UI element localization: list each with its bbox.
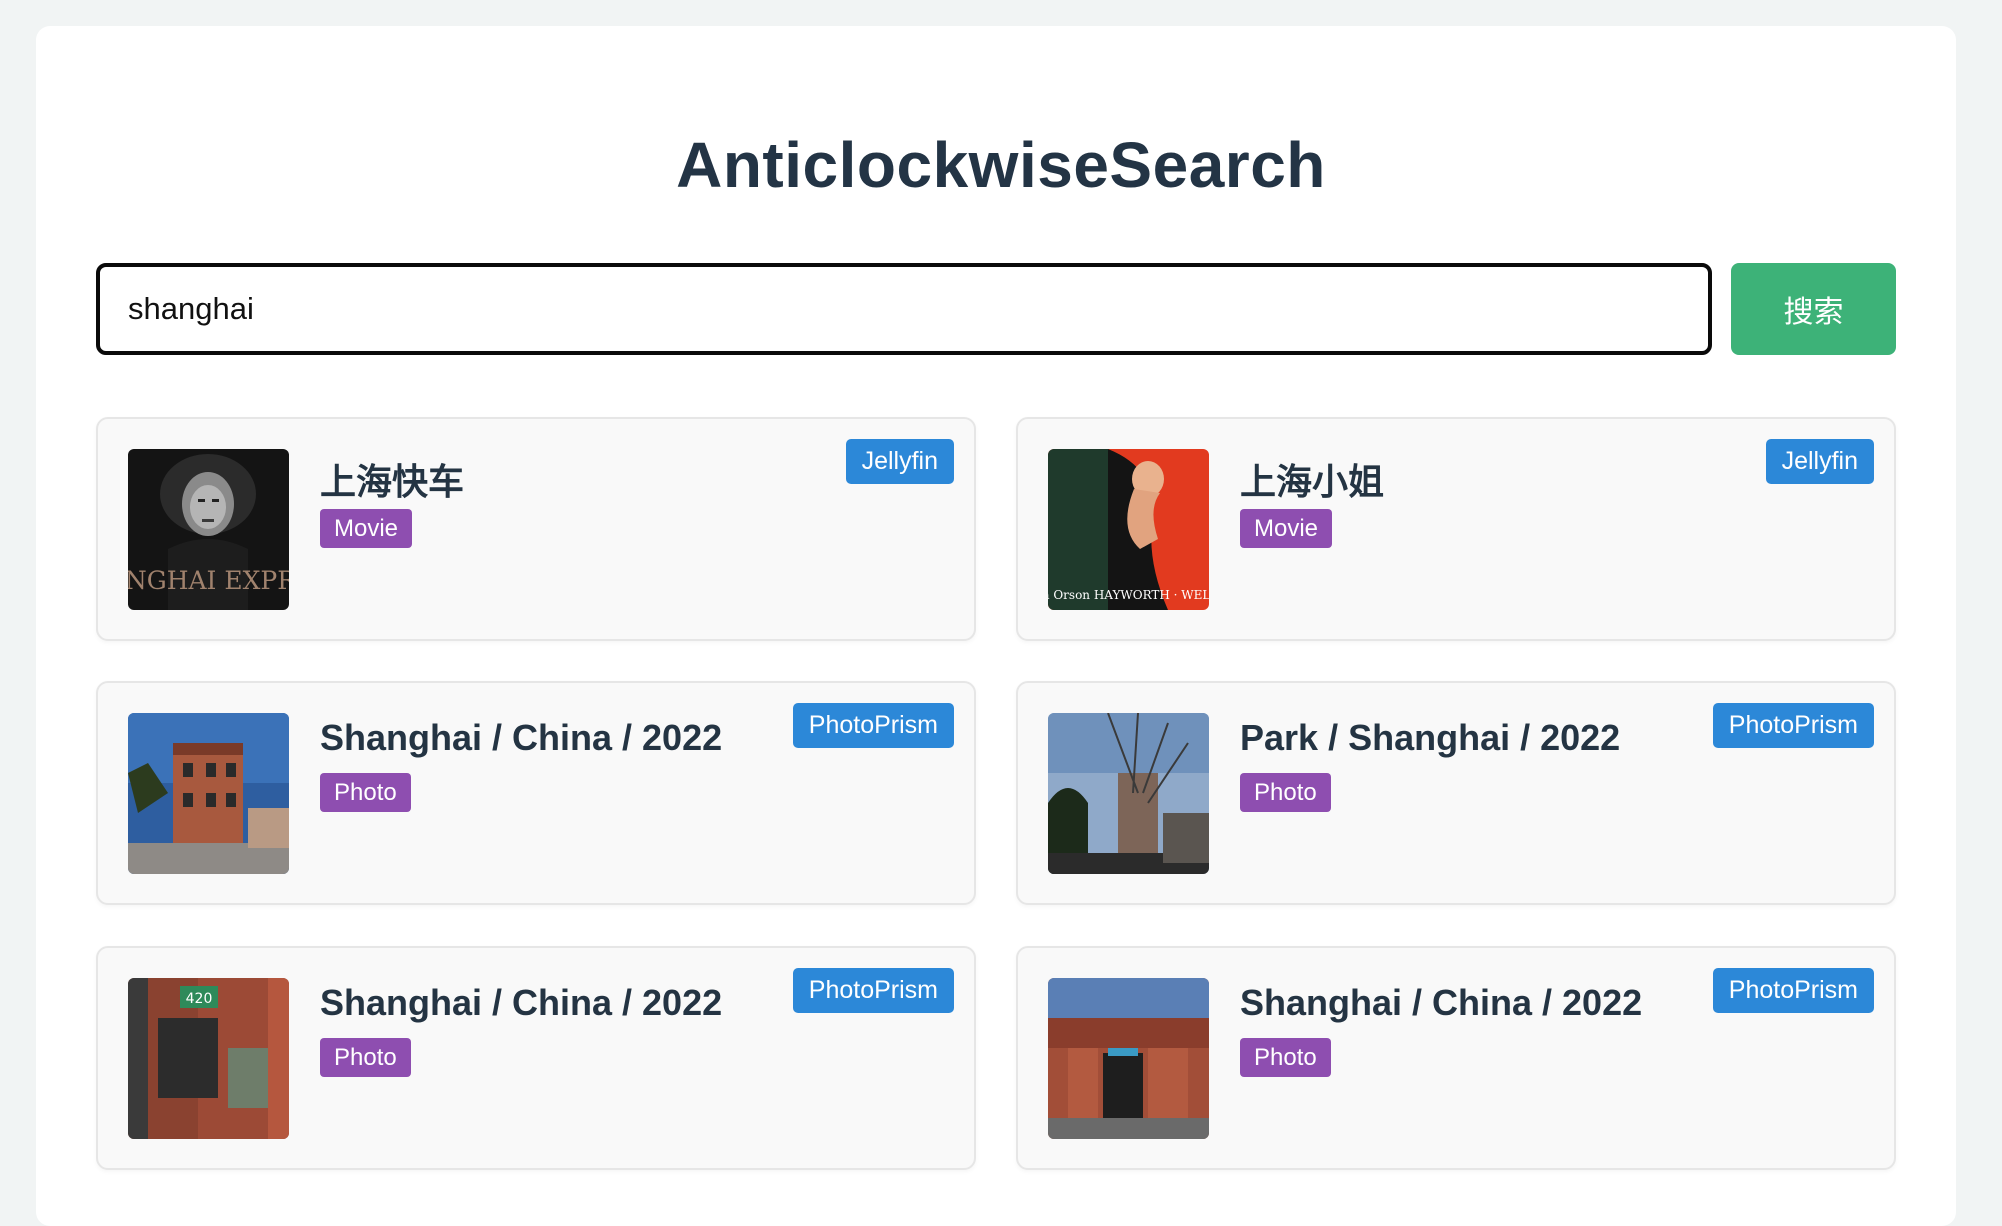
result-thumbnail[interactable] bbox=[128, 713, 289, 874]
result-card[interactable]: 420 Shanghai / China / 2022 Photo PhotoP… bbox=[96, 946, 976, 1170]
result-card[interactable]: Park / Shanghai / 2022 Photo PhotoPrism bbox=[1016, 681, 1896, 905]
result-thumbnail[interactable]: 420 bbox=[128, 978, 289, 1139]
photo-icon: 420 bbox=[128, 978, 289, 1139]
result-card[interactable]: Shanghai / China / 2022 Photo PhotoPrism bbox=[96, 681, 976, 905]
type-badge: Movie bbox=[320, 509, 413, 548]
movie-poster-icon: SHANGHAI EXPRESS bbox=[128, 449, 289, 610]
photo-icon bbox=[128, 713, 289, 874]
svg-text:SHANGHAI EXPRESS: SHANGHAI EXPRESS bbox=[128, 566, 289, 595]
result-card[interactable]: Rita Orson HAYWORTH · WELLES 上海小姐 Movie … bbox=[1016, 417, 1896, 641]
type-badge: Photo bbox=[1240, 773, 1331, 812]
svg-text:Rita Orson HAYWORTH · WELLES: Rita Orson HAYWORTH · WELLES bbox=[1048, 588, 1209, 602]
result-title: 上海快车 bbox=[320, 462, 465, 503]
search-button[interactable]: 搜索 bbox=[1731, 263, 1896, 355]
svg-text:420: 420 bbox=[186, 991, 213, 1007]
result-title: Shanghai / China / 2022 bbox=[320, 717, 723, 758]
result-card[interactable]: Shanghai / China / 2022 Photo PhotoPrism bbox=[1016, 946, 1896, 1170]
source-badge: PhotoPrism bbox=[792, 703, 954, 748]
result-title: Shanghai / China / 2022 bbox=[320, 982, 723, 1023]
type-badge: Photo bbox=[1240, 1038, 1331, 1077]
result-title: Park / Shanghai / 2022 bbox=[1240, 717, 1621, 758]
source-badge: PhotoPrism bbox=[792, 968, 954, 1013]
type-badge: Movie bbox=[1240, 509, 1333, 548]
type-badge: Photo bbox=[320, 773, 411, 812]
result-title: Shanghai / China / 2022 bbox=[1240, 982, 1643, 1023]
result-thumbnail[interactable]: SHANGHAI EXPRESS bbox=[128, 449, 289, 610]
result-thumbnail[interactable] bbox=[1048, 978, 1209, 1139]
source-badge: Jellyfin bbox=[845, 439, 954, 484]
app-title: AnticlockwiseSearch bbox=[676, 129, 1326, 201]
source-badge: PhotoPrism bbox=[1712, 968, 1874, 1013]
photo-icon bbox=[1048, 978, 1209, 1139]
result-thumbnail[interactable] bbox=[1048, 713, 1209, 874]
type-badge: Photo bbox=[320, 1038, 411, 1077]
source-badge: Jellyfin bbox=[1765, 439, 1874, 484]
search-input[interactable] bbox=[96, 263, 1712, 355]
photo-icon bbox=[1048, 713, 1209, 874]
result-card[interactable]: SHANGHAI EXPRESS 上海快车 Movie Jellyfin bbox=[96, 417, 976, 641]
result-title: 上海小姐 bbox=[1240, 462, 1385, 503]
result-thumbnail[interactable]: Rita Orson HAYWORTH · WELLES bbox=[1048, 449, 1209, 610]
source-badge: PhotoPrism bbox=[1712, 703, 1874, 748]
movie-poster-icon: Rita Orson HAYWORTH · WELLES bbox=[1048, 449, 1209, 610]
